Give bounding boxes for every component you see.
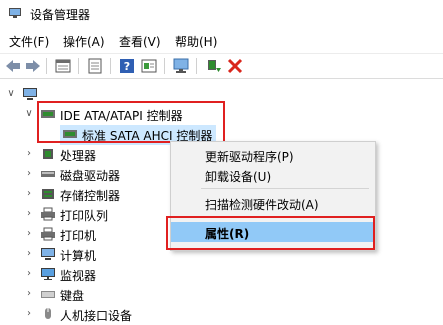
hid-label: 人机接口设备 <box>60 309 133 323</box>
tree-item-print-queue[interactable]: › 打印队列 <box>24 205 184 225</box>
device-manager-icon <box>9 8 21 18</box>
print-queue-icon <box>41 207 55 221</box>
expand-icon[interactable]: › <box>24 288 34 300</box>
toolbar: ? <box>0 53 443 79</box>
expand-icon[interactable]: › <box>24 188 34 200</box>
expand-icon[interactable]: › <box>24 168 34 180</box>
disk-drive-icon <box>41 171 55 177</box>
tree-item-processor[interactable]: › 处理器 <box>24 145 184 165</box>
print-queue-label: 打印队列 <box>60 209 109 223</box>
collapse-icon[interactable]: ∨ <box>6 88 16 100</box>
forward-icon[interactable] <box>24 58 42 74</box>
properties-view-icon[interactable] <box>54 58 72 74</box>
help-icon[interactable]: ? <box>118 58 136 74</box>
toolbar-separator <box>78 58 79 74</box>
hid-icon <box>45 308 51 319</box>
resources-view-icon[interactable] <box>140 58 158 74</box>
expand-icon[interactable]: › <box>24 148 34 160</box>
tree-item-monitor[interactable]: › 监视器 <box>24 265 184 285</box>
toolbar-separator <box>164 58 165 74</box>
window-title: 设备管理器 <box>30 8 91 22</box>
menu-help[interactable]: 帮助(H) <box>174 33 218 50</box>
storage-label: 存储控制器 <box>60 189 121 203</box>
title-bar: 设备管理器 <box>0 0 443 28</box>
disk-label: 磁盘驱动器 <box>60 169 121 183</box>
back-icon[interactable] <box>4 58 22 74</box>
menu-file[interactable]: 文件(F) <box>8 33 50 50</box>
expand-icon[interactable]: › <box>24 308 34 320</box>
menu-bar: 文件(F) 操作(A) 查看(V) 帮助(H) <box>0 31 443 51</box>
computer-label: 计算机 <box>60 249 97 263</box>
menu-view[interactable]: 查看(V) <box>118 33 162 50</box>
keyboard-icon <box>41 291 55 298</box>
computer-icon <box>23 88 37 100</box>
expand-icon[interactable]: › <box>24 228 34 240</box>
expand-icon[interactable]: › <box>24 268 34 280</box>
menu-item-scan-hardware[interactable]: 扫描检测硬件改动(A) <box>171 193 373 213</box>
menu-action[interactable]: 操作(A) <box>62 33 106 50</box>
tree-item-keyboard[interactable]: › 键盘 <box>24 285 184 305</box>
keyboard-label: 键盘 <box>60 289 85 303</box>
tree-item-hid[interactable]: › 人机接口设备 <box>24 305 194 325</box>
tree-item-disk[interactable]: › 磁盘驱动器 <box>24 165 184 185</box>
highlight-box-ide <box>37 101 225 143</box>
update-driver-icon[interactable] <box>204 58 222 74</box>
processor-label: 处理器 <box>60 149 97 163</box>
expand-icon[interactable]: › <box>24 208 34 220</box>
toolbar-separator <box>110 58 111 74</box>
monitor-label: 监视器 <box>60 269 97 283</box>
toolbar-separator <box>46 58 47 74</box>
menu-item-uninstall[interactable]: 卸载设备(U) <box>171 165 373 185</box>
tree-item-printer[interactable]: › 打印机 <box>24 225 184 245</box>
menu-item-update-driver[interactable]: 更新驱动程序(P) <box>171 145 373 165</box>
svg-text:?: ? <box>124 60 130 73</box>
uninstall-icon[interactable] <box>226 58 244 74</box>
processor-icon <box>43 149 53 159</box>
printer-label: 打印机 <box>60 229 97 243</box>
highlight-box-properties <box>166 216 375 250</box>
scan-hardware-icon[interactable] <box>172 58 190 74</box>
tree-item-computer[interactable]: › 计算机 <box>24 245 184 265</box>
storage-controller-icon <box>42 189 54 199</box>
printer-icon <box>41 227 55 241</box>
monitor-icon <box>41 268 55 280</box>
tree-item-storage[interactable]: › 存储控制器 <box>24 185 184 205</box>
list-icon[interactable] <box>86 58 104 74</box>
collapse-icon[interactable]: ∨ <box>24 108 34 120</box>
expand-icon[interactable]: › <box>24 248 34 260</box>
toolbar-separator <box>196 58 197 74</box>
menu-separator <box>201 188 369 189</box>
computer-icon <box>41 248 55 260</box>
